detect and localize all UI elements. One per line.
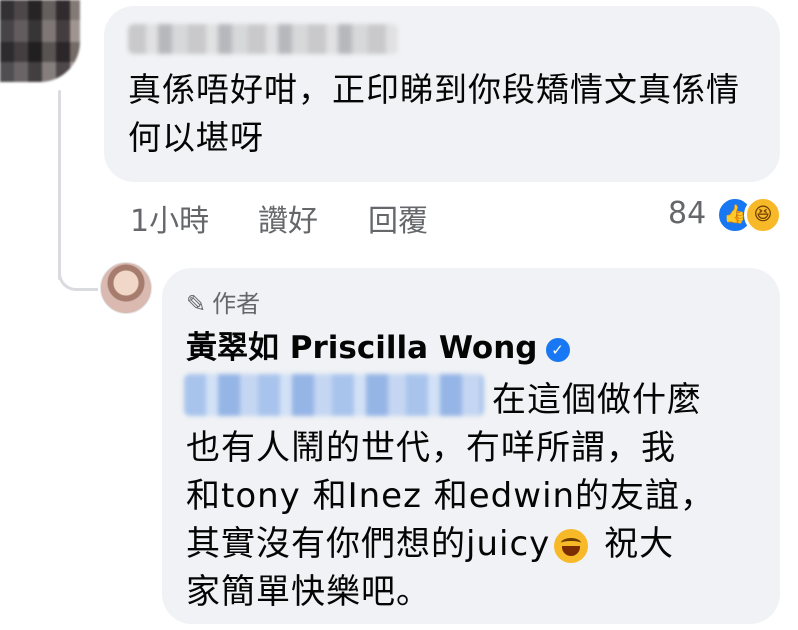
author-badge: ✎ 作者 — [186, 284, 260, 319]
author-avatar[interactable] — [100, 262, 152, 314]
like-button[interactable]: 讚好 — [258, 196, 318, 240]
blurred-commenter-name[interactable] — [128, 24, 398, 54]
comment-timestamp[interactable]: 1小時 — [130, 196, 209, 240]
thread-line — [58, 90, 61, 280]
reaction-count[interactable]: 84 — [668, 196, 706, 231]
reply-author-name[interactable]: 黃翠如 Priscilla Wong ✓ — [186, 322, 570, 367]
reply-line-5: 家簡單快樂吧。 — [186, 572, 431, 612]
reply-line-2: 也有人鬧的世代，冇咩所謂，我 — [186, 428, 676, 468]
reply-line-4a: 其實沒有你們想的juicy — [186, 524, 551, 564]
pencil-icon: ✎ — [186, 290, 207, 318]
comment-text: 真係唔好咁，正印睇到你段矯情文真係情何以堪呀 — [128, 70, 740, 157]
reply-line-3: 和tony 和Inez 和edwin的友誼， — [186, 476, 716, 516]
reply-line-1: 在這個做什麼 — [492, 380, 702, 420]
reply-line-4b: 祝大 — [592, 524, 675, 564]
verified-badge-icon: ✓ — [545, 337, 570, 362]
author-badge-label: 作者 — [212, 290, 261, 318]
haha-icon[interactable]: 😆 — [744, 196, 782, 234]
commenter-avatar[interactable] — [0, 0, 80, 82]
reply-text: 在這個做什麼 也有人鬧的世代，冇咩所謂，我 和tony 和Inez 和edwin… — [186, 376, 766, 616]
author-name-text[interactable]: 黃翠如 Priscilla Wong — [186, 330, 538, 366]
laughing-emoji-icon — [554, 528, 589, 563]
thread-connector — [58, 265, 98, 291]
reply-button[interactable]: 回覆 — [368, 196, 428, 240]
